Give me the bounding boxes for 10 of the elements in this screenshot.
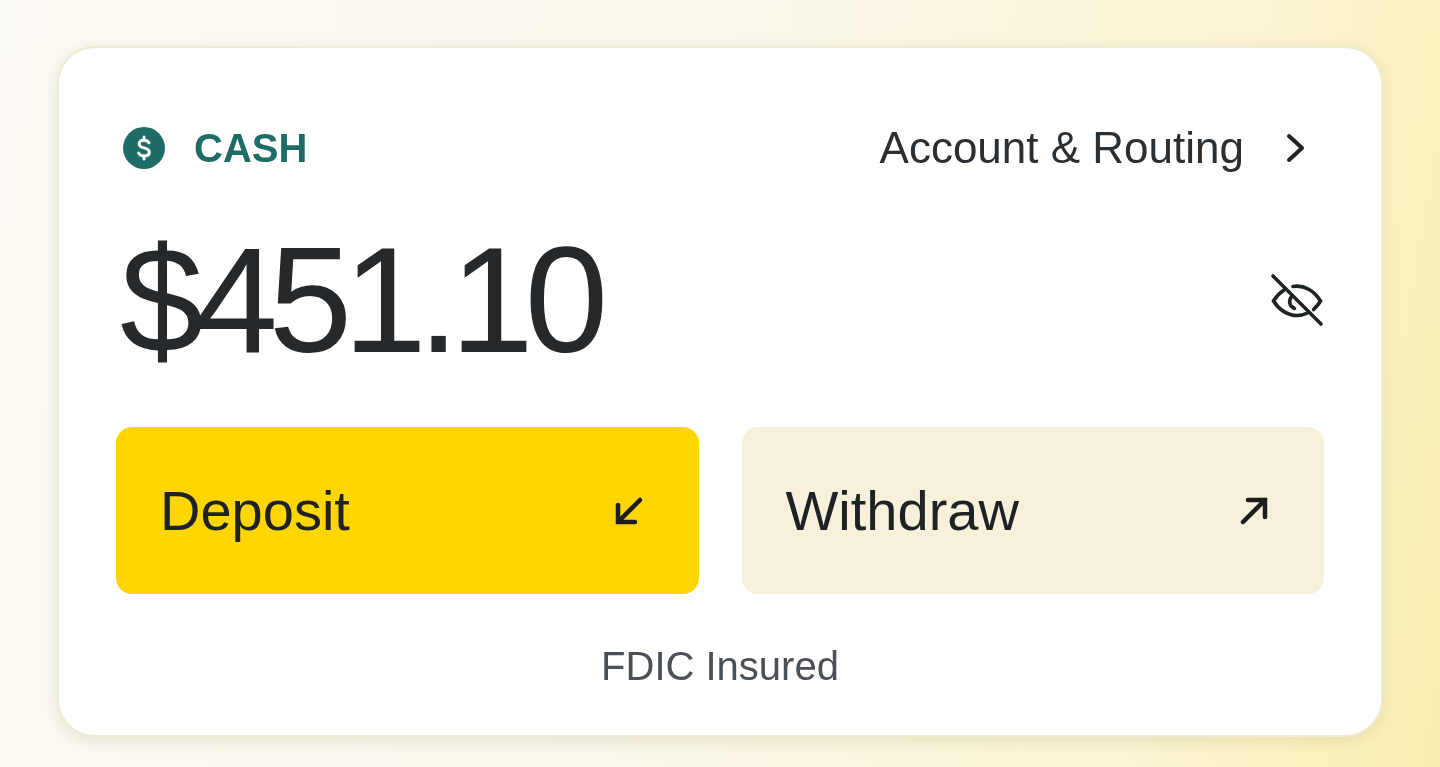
- balance-amount: $451.10: [119, 225, 601, 375]
- action-button[interactable]: Deposit: [116, 427, 699, 594]
- eye-slash-icon[interactable]: [1269, 273, 1325, 327]
- footer-note: FDIC Insured: [600, 643, 840, 690]
- dollar-icon: [123, 127, 165, 169]
- account-routing-link[interactable]: Account & Routing: [879, 126, 1306, 170]
- arrow-up-right-icon: [1238, 495, 1270, 526]
- chevron-right-icon: [1286, 133, 1306, 163]
- action-button[interactable]: Withdraw: [741, 427, 1324, 594]
- account-label: CASH: [194, 126, 308, 170]
